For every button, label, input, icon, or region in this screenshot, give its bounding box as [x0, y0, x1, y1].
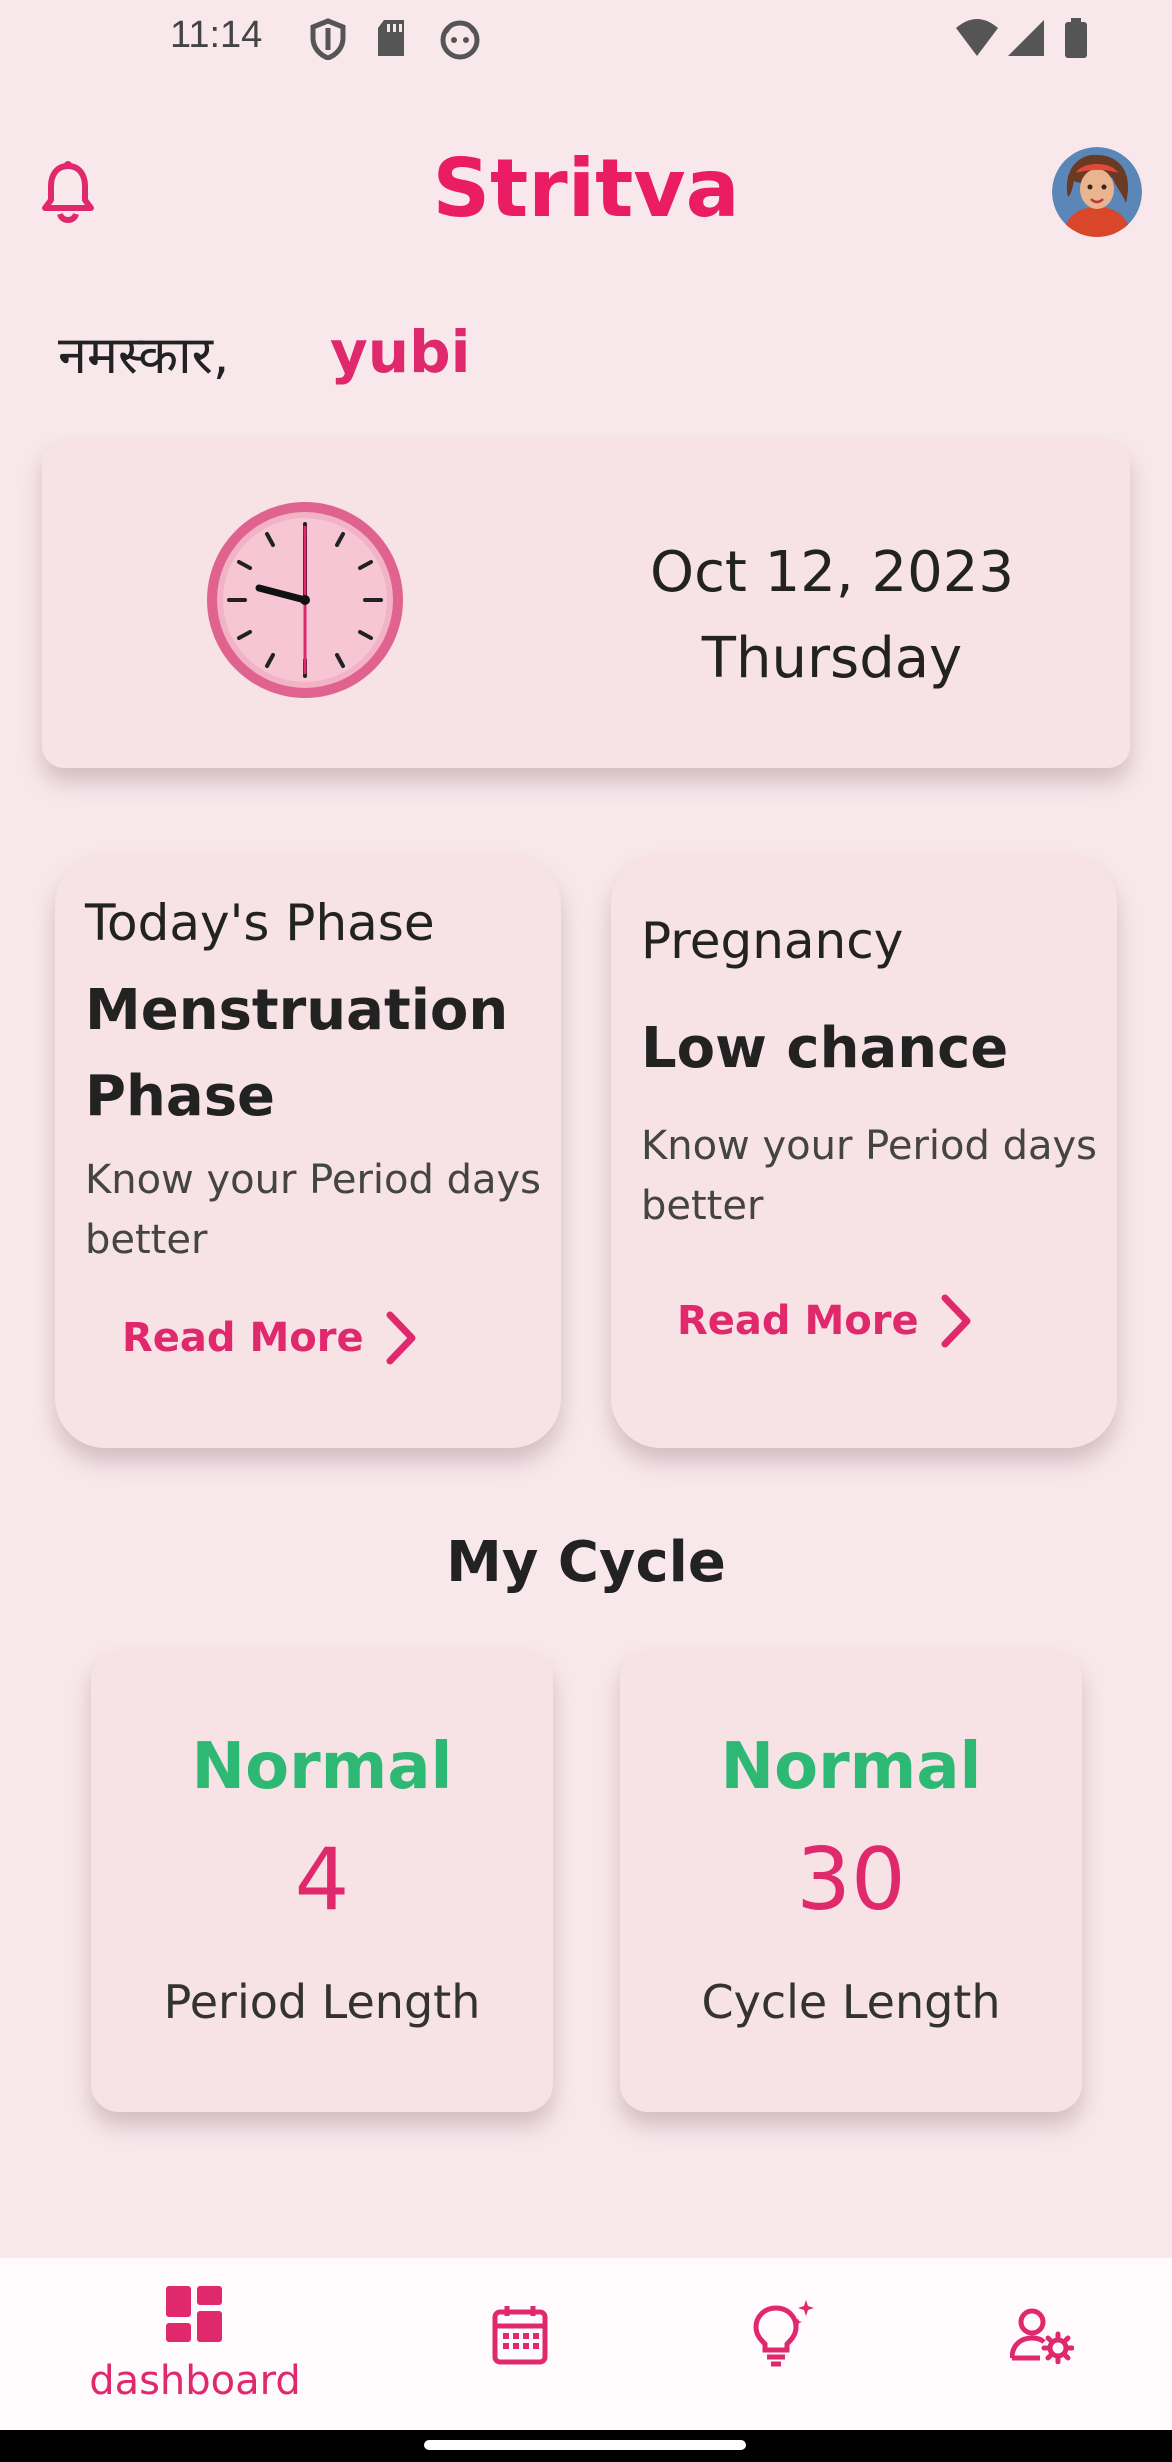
pregnancy-label: Pregnancy	[641, 912, 904, 970]
bottom-nav: dashboard	[0, 2258, 1172, 2430]
cycle-length-card: Normal 30 Cycle Length	[620, 1650, 1082, 2112]
nav-tips[interactable]	[720, 2258, 840, 2430]
nav-calendar[interactable]	[460, 2258, 580, 2430]
status-time: 11:14	[170, 14, 263, 56]
signal-icon	[1008, 20, 1044, 56]
home-gesture-handle[interactable]	[424, 2440, 746, 2450]
calendar-icon	[492, 2306, 548, 2365]
face-icon	[440, 20, 480, 60]
read-more-label: Read More	[677, 1298, 919, 1344]
user-settings-icon	[1010, 2308, 1074, 2364]
read-more-label: Read More	[122, 1315, 364, 1361]
avatar[interactable]	[1052, 147, 1142, 237]
clock-icon	[207, 502, 403, 698]
lightbulb-icon	[753, 2300, 814, 2367]
sd-card-icon	[378, 20, 404, 56]
phase-value: Menstruation Phase	[85, 978, 509, 1129]
gesture-bar	[0, 2430, 1172, 2462]
status-bar: 11:14	[0, 0, 1172, 80]
phase-description: Know your Period days better	[85, 1157, 541, 1263]
dashboard-icon	[166, 2286, 222, 2342]
chevron-right-icon	[386, 1311, 416, 1365]
my-cycle-title: My Cycle	[446, 1530, 726, 1595]
pregnancy-value: Low chance	[641, 1016, 1009, 1081]
weekday-text: Thursday	[701, 626, 963, 691]
app-title: Stritva	[432, 142, 740, 235]
stat-value: 4	[294, 1830, 350, 1930]
nav-profile-settings[interactable]	[980, 2258, 1100, 2430]
phase-read-more-link[interactable]: Read More	[122, 1309, 418, 1367]
nav-dashboard[interactable]: dashboard	[60, 2258, 330, 2430]
stat-status: Normal	[191, 1730, 453, 1804]
period-length-card: Normal 4 Period Length	[91, 1650, 553, 2112]
date-card: Oct 12, 2023 Thursday	[42, 440, 1130, 768]
greeting-username: yubi	[330, 318, 471, 386]
chevron-right-icon	[941, 1294, 971, 1348]
pregnancy-card: Pregnancy Low chance Know your Period da…	[611, 854, 1117, 1448]
pregnancy-read-more-link[interactable]: Read More	[677, 1292, 973, 1350]
date-text: Oct 12, 2023	[650, 540, 1014, 605]
phase-label: Today's Phase	[85, 894, 435, 952]
phase-card: Today's Phase Menstruation Phase Know yo…	[55, 854, 561, 1448]
date-display: Oct 12, 2023 Thursday	[562, 530, 1102, 702]
stat-label: Period Length	[163, 1975, 481, 2029]
stat-status: Normal	[720, 1730, 982, 1804]
stat-label: Cycle Length	[701, 1975, 1001, 2029]
wifi-icon	[956, 19, 998, 56]
battery-icon	[1065, 18, 1087, 58]
shield-icon	[310, 18, 346, 60]
stat-value: 30	[796, 1830, 906, 1930]
greeting-salutation: नमस्कार,	[58, 326, 230, 386]
nav-dashboard-label: dashboard	[89, 2358, 301, 2404]
pregnancy-description: Know your Period days better	[641, 1123, 1097, 1229]
